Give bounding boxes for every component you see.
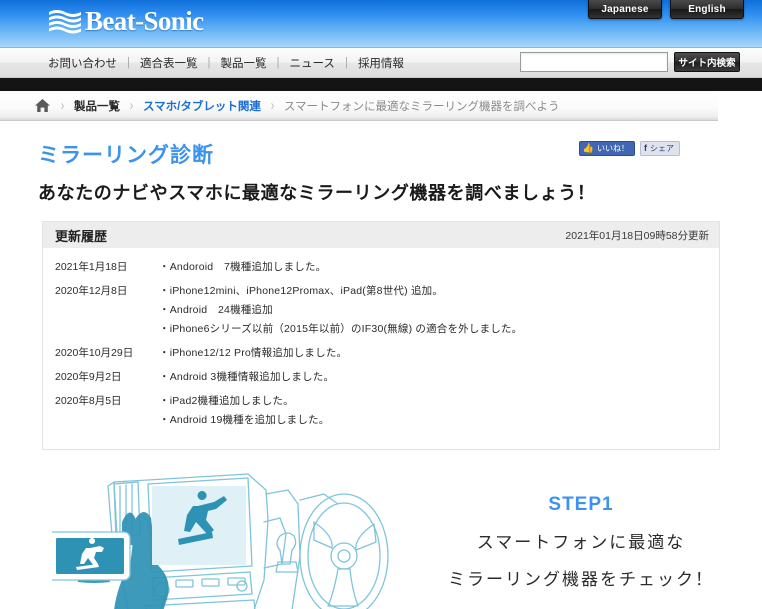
history-date: 2020年8月5日 [55, 395, 122, 407]
list-item: ・iPhone12mini、iPhone12Promax、iPad(第8世代) … [159, 285, 444, 297]
site-header: Japanese English Beat-Sonic [0, 0, 762, 48]
language-button-english[interactable]: English [670, 0, 744, 19]
nav-links: お問い合わせ | 適合表一覧 | 製品一覧 | ニュース | 採用情報 [46, 55, 406, 71]
facebook-share-label: シェア [650, 143, 674, 153]
step1-section: STEP1 スマートフォンに最適な ミラーリング機器をチェック！ [0, 464, 762, 609]
site-logo-text: Beat-Sonic [85, 6, 204, 36]
search-input[interactable] [520, 52, 668, 72]
nav-item-recruit[interactable]: 採用情報 [356, 55, 406, 71]
list-item: ・Android 24機種追加 [159, 304, 273, 316]
nav-item-news[interactable]: ニュース [288, 55, 337, 71]
update-history-title: 更新履歴 [55, 228, 108, 244]
breadcrumb-arrow: › [270, 97, 275, 114]
history-date: 2021年1月18日 [55, 261, 128, 273]
history-items: ・iPad2機種追加しました。 ・Android 19機種を追加しました。 [159, 392, 719, 430]
facebook-icon: f [644, 143, 647, 153]
table-row: 2020年12月8日 ・iPhone12mini、iPhone12Promax、… [43, 282, 719, 339]
page-subtitle: あなたのナビやスマホに最適なミラーリング機器を調べましょう！ [38, 183, 596, 203]
update-history-body: 2021年1月18日 ・Andoroid 7機種追加しました。 2020年12月… [43, 248, 719, 449]
main-navigation: お問い合わせ | 適合表一覧 | 製品一覧 | ニュース | 採用情報 サイト内… [0, 48, 762, 78]
step1-text-block: STEP1 スマートフォンに最適な ミラーリング機器をチェック！ [400, 494, 762, 590]
language-button-japanese[interactable]: Japanese [588, 0, 662, 19]
wave-logo-icon [48, 9, 82, 35]
home-icon[interactable] [34, 98, 51, 113]
facebook-like-label: いいね！ [597, 143, 629, 153]
nav-separator: | [344, 56, 348, 69]
thumbs-up-icon: 👍 [582, 143, 594, 153]
history-items: ・Android 3機種情報追加しました。 [159, 368, 719, 387]
history-items: ・iPhone12/12 Pro情報追加しました。 [159, 344, 719, 363]
table-row: 2020年8月5日 ・iPad2機種追加しました。 ・Android 19機種を… [43, 392, 719, 430]
car-dashboard-mirroring-illustration [43, 460, 392, 609]
breadcrumb: › 製品一覧 › スマホ/タブレット関連 › スマートフォンに最適なミラーリング… [0, 91, 718, 121]
nav-separator: | [276, 56, 280, 69]
list-item: ・iPhone6シリーズ以前（2015年以前）のIF30(無線) の適合を外しま… [159, 323, 523, 335]
breadcrumb-item-smartphone-tablet[interactable]: スマホ/タブレット関連 [143, 98, 261, 114]
update-history-box: 更新履歴 2021年01月18日09時58分更新 2021年1月18日 ・And… [42, 221, 720, 450]
update-history-timestamp: 2021年01月18日09時58分更新 [565, 229, 709, 242]
breadcrumb-item-current: スマートフォンに最適なミラーリング機器を調べよう [283, 100, 560, 113]
page-header: ミラーリング診断 あなたのナビやスマホに最適なミラーリング機器を調べましょう！ … [0, 121, 762, 205]
facebook-share-button[interactable]: f シェア [640, 141, 680, 156]
table-row: 2020年9月2日 ・Android 3機種情報追加しました。 [43, 368, 719, 387]
search-submit-button[interactable]: サイト内検索 [674, 52, 740, 72]
history-date: 2020年10月29日 [55, 347, 134, 359]
nav-separator: | [207, 56, 211, 69]
step1-line1: スマートフォンに最適な [476, 533, 686, 552]
breadcrumb-arrow: › [60, 97, 65, 114]
table-row: 2020年10月29日 ・iPhone12/12 Pro情報追加しました。 [43, 344, 719, 363]
history-date: 2020年9月2日 [55, 371, 122, 383]
update-history-header: 更新履歴 2021年01月18日09時58分更新 [43, 222, 719, 248]
list-item: ・Andoroid 7機種追加しました。 [159, 261, 327, 273]
site-search: サイト内検索 [520, 52, 740, 72]
site-logo[interactable]: Beat-Sonic [48, 8, 204, 35]
facebook-like-button[interactable]: 👍 いいね！ [578, 141, 635, 156]
table-row: 2021年1月18日 ・Andoroid 7機種追加しました。 [43, 258, 719, 277]
social-share-buttons: 👍 いいね！ f シェア [578, 141, 680, 156]
history-date: 2020年12月8日 [55, 285, 128, 297]
breadcrumb-arrow: › [129, 97, 134, 114]
nav-separator: | [127, 56, 130, 69]
history-items: ・iPhone12mini、iPhone12Promax、iPad(第8世代) … [159, 282, 719, 339]
header-black-rule [0, 78, 762, 91]
list-item: ・iPad2機種追加しました。 [159, 395, 294, 407]
step1-line2: ミラーリング機器をチェック！ [448, 570, 714, 589]
nav-item-products[interactable]: 製品一覧 [219, 55, 269, 71]
list-item: ・iPhone12/12 Pro情報追加しました。 [159, 347, 348, 359]
nav-item-contact[interactable]: お問い合わせ [46, 55, 119, 71]
history-items: ・Andoroid 7機種追加しました。 [159, 258, 719, 277]
nav-item-compatibility[interactable]: 適合表一覧 [138, 55, 200, 71]
list-item: ・Android 19機種を追加しました。 [159, 414, 330, 426]
breadcrumb-item-products[interactable]: 製品一覧 [74, 98, 120, 114]
language-switcher: Japanese English [588, 0, 744, 19]
list-item: ・Android 3機種情報追加しました。 [159, 371, 335, 383]
step1-label: STEP1 [548, 494, 614, 515]
